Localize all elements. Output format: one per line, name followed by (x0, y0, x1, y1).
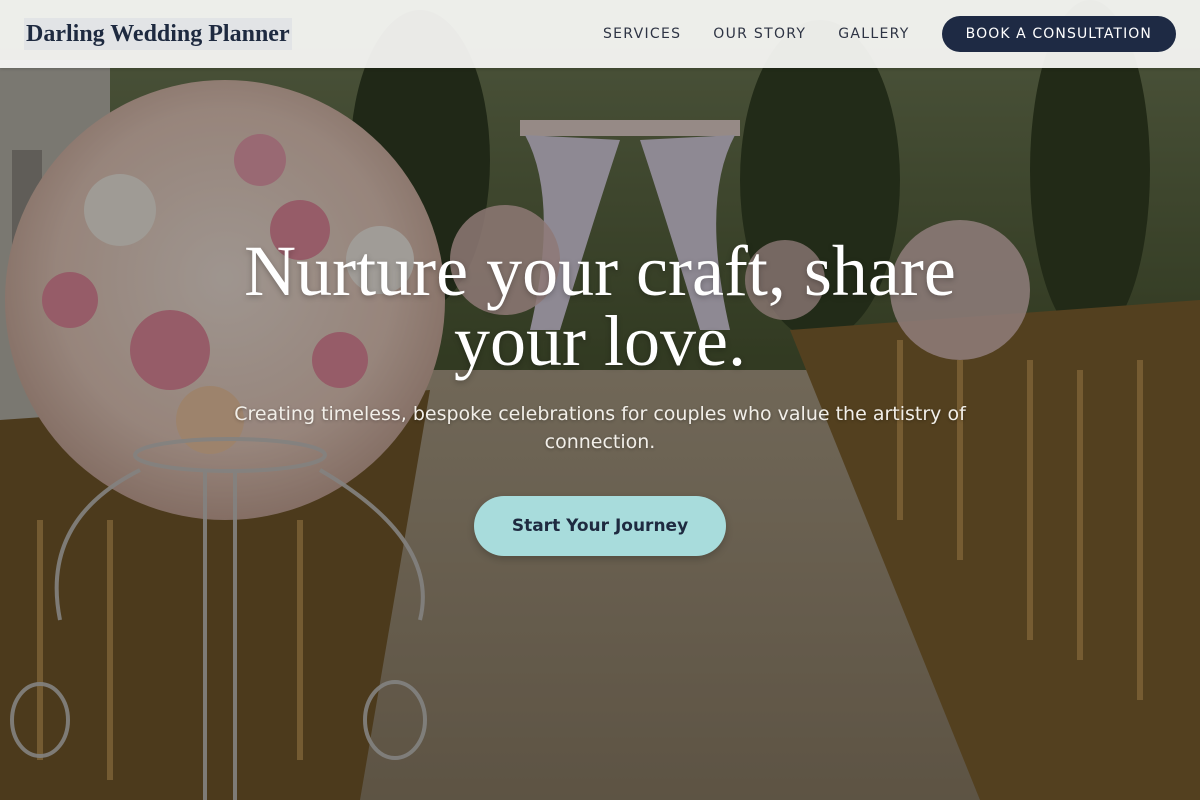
book-consultation-button[interactable]: BOOK A CONSULTATION (941, 16, 1176, 52)
nav-link-our-story[interactable]: OUR STORY (713, 26, 806, 42)
nav-link-services[interactable]: SERVICES (603, 26, 681, 42)
main-nav: SERVICES OUR STORY GALLERY BOOK A CONSUL… (603, 16, 1176, 52)
site-header: Darling Wedding Planner SERVICES OUR STO… (0, 0, 1200, 68)
nav-link-gallery[interactable]: GALLERY (838, 26, 909, 42)
hero-title: Nurture your craft, share your love. (244, 231, 956, 381)
hero-section: Nurture your craft, share your love. Cre… (0, 231, 1200, 556)
start-journey-button[interactable]: Start Your Journey (474, 496, 726, 556)
hero-subtitle: Creating timeless, bespoke celebrations … (234, 403, 966, 453)
brand-logo[interactable]: Darling Wedding Planner (24, 18, 292, 50)
